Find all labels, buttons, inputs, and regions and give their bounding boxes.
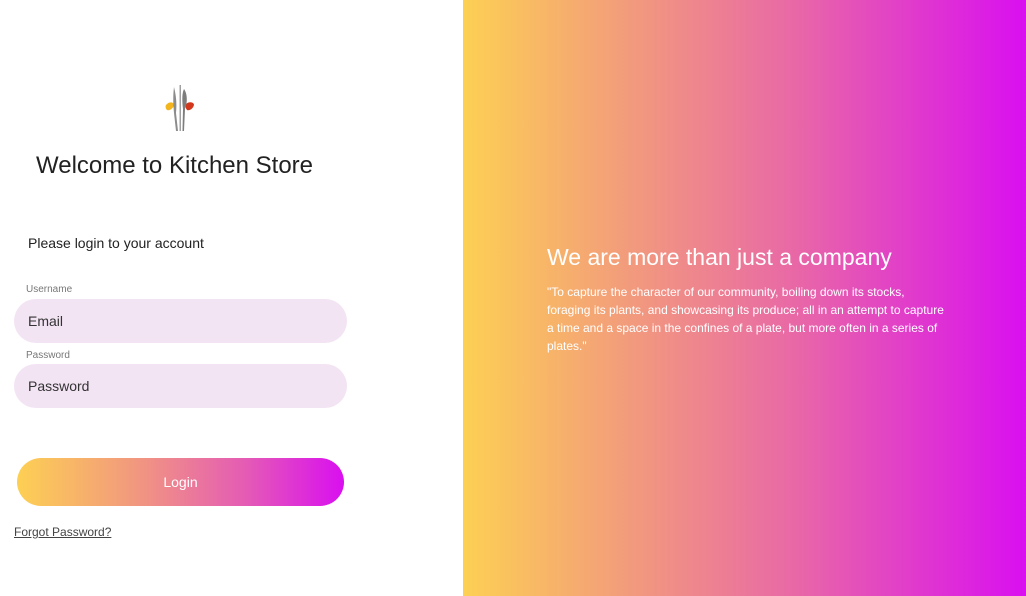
page-title: Welcome to Kitchen Store [36, 152, 314, 179]
login-subtitle: Please login to your account [28, 235, 204, 251]
promo-quote: "To capture the character of our communi… [547, 285, 944, 353]
cutlery-logo-icon [165, 85, 194, 131]
promo-headline: We are more than just a company [547, 244, 892, 270]
login-panel: Welcome to Kitchen Store Please login to… [0, 0, 463, 596]
password-label: Password [26, 350, 70, 361]
password-input[interactable] [14, 364, 347, 408]
username-input[interactable] [14, 299, 347, 343]
promo-panel: We are more than just a company "To capt… [463, 0, 1026, 596]
login-page: Welcome to Kitchen Store Please login to… [0, 0, 1026, 596]
username-label: Username [26, 284, 73, 295]
forgot-password-link[interactable]: Forgot Password? [14, 525, 111, 539]
login-button[interactable]: Login [17, 458, 344, 506]
